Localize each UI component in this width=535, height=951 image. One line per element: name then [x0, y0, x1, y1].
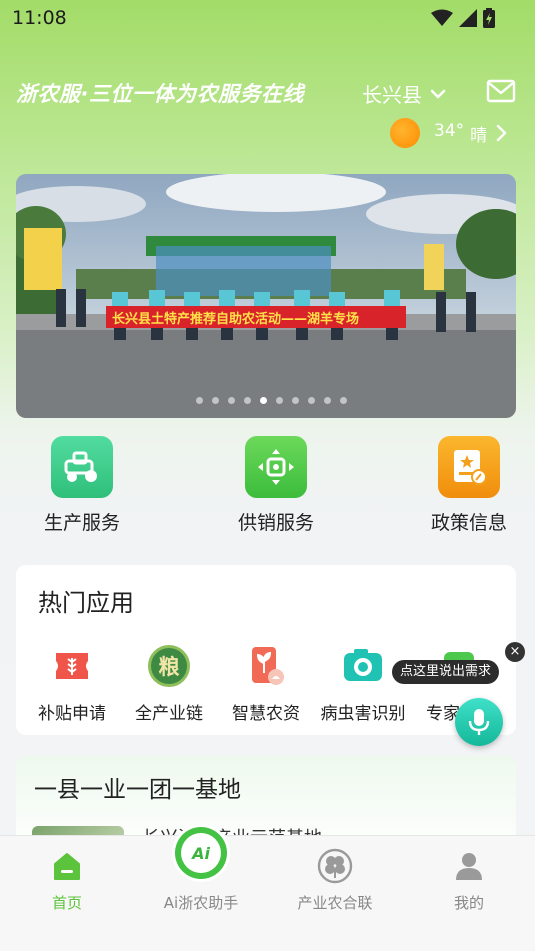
home-icon	[12, 848, 122, 884]
app-header: 浙农服·三位一体为农服务在线 长兴县	[0, 70, 535, 118]
ai-badge-ring: Ai	[175, 827, 227, 879]
camera-icon	[342, 645, 384, 687]
service-label: 政策信息	[430, 512, 507, 534]
app-label: 补贴申请	[38, 704, 106, 724]
tab-industry-coop[interactable]: 产业农合联	[280, 848, 390, 913]
banner-caption: 长兴县土特产推荐自助农活动——湖羊专场	[112, 312, 360, 327]
mail-icon	[486, 79, 516, 103]
chevron-right-icon	[496, 124, 507, 142]
service-shortcuts: 生产服务 供销服务 政策信息	[0, 436, 535, 536]
seedling-bag-icon	[245, 645, 287, 687]
ai-assistant-icon[interactable]: Ai	[172, 824, 230, 882]
app-label: 全产业链	[135, 704, 203, 724]
signal-icon	[459, 9, 477, 27]
county-label: 长兴县	[362, 83, 422, 107]
battery-icon	[483, 8, 495, 28]
banner-carousel[interactable]: 长兴县土特产推荐自助农活动——湖羊专场	[16, 174, 516, 418]
status-time: 11:08	[12, 7, 67, 29]
tab-label: Ai浙农助手	[163, 894, 239, 912]
exchange-icon	[245, 436, 307, 498]
base-section-title: 一县一业一团一基地	[34, 777, 241, 803]
app-label: 智慧农资	[232, 704, 300, 724]
carousel-dot[interactable]	[307, 397, 315, 404]
sun-icon	[390, 118, 420, 148]
carousel-indicator	[16, 397, 516, 404]
banner-photo	[16, 174, 516, 418]
user-icon	[414, 848, 524, 884]
hot-apps-title: 热门应用	[38, 589, 134, 617]
app-title: 浙农服·三位一体为农服务在线	[16, 82, 304, 106]
clover-icon	[280, 848, 390, 884]
app-full-industry-chain[interactable]: 粮 全产业链	[123, 645, 215, 724]
carousel-dot[interactable]	[275, 397, 283, 404]
app-subsidy-apply[interactable]: 补贴申请	[26, 645, 118, 724]
service-supply-sales[interactable]: 供销服务	[216, 436, 336, 535]
carousel-dot[interactable]	[195, 397, 203, 404]
service-label: 供销服务	[237, 512, 314, 534]
hot-apps-card: 热门应用 补贴申请 粮 全产业链 智慧农资 病虫害识别 专家问答	[16, 565, 516, 735]
service-label: 生产服务	[43, 512, 120, 534]
wifi-icon	[431, 9, 453, 26]
app-label: 病虫害识别	[320, 704, 406, 724]
close-icon[interactable]: ×	[505, 642, 525, 662]
carousel-dot[interactable]	[339, 397, 347, 404]
county-selector[interactable]: 长兴县	[362, 79, 446, 108]
tab-home[interactable]: 首页	[12, 848, 122, 913]
app-pest-identify[interactable]: 病虫害识别	[317, 645, 409, 724]
app-smart-agri-supplies[interactable]: 智慧农资	[220, 645, 312, 724]
service-policy[interactable]: 政策信息	[409, 436, 529, 535]
ai-badge-text: Ai	[181, 833, 221, 873]
mail-button[interactable]	[486, 78, 516, 108]
voice-tooltip: 点这里说出需求	[392, 660, 500, 684]
carousel-dot[interactable]	[259, 397, 267, 404]
carousel-dot[interactable]	[323, 397, 331, 404]
grain-badge-icon: 粮	[148, 645, 190, 687]
wheat-ticket-icon	[51, 645, 93, 687]
status-bar: 11:08	[0, 0, 535, 38]
weather-condition: 晴	[470, 125, 488, 146]
weather-widget[interactable]: 34° 晴	[390, 118, 507, 148]
tab-mine[interactable]: 我的	[414, 848, 524, 913]
tab-label: 首页	[51, 894, 82, 912]
status-icons	[431, 8, 495, 28]
carousel-dot[interactable]	[243, 397, 251, 404]
weather-text: 34° 晴	[434, 121, 487, 146]
carousel-dot[interactable]	[211, 397, 219, 404]
tab-label: 产业农合联	[297, 894, 373, 912]
chevron-down-icon	[430, 89, 446, 98]
tab-label: 我的	[453, 894, 484, 912]
bottom-tab-bar: 首页 Ai浙农助手 Ai 产业农合联 我的	[0, 824, 535, 951]
microphone-icon	[468, 709, 490, 735]
carousel-dot[interactable]	[291, 397, 299, 404]
grain-badge-text: 粮	[148, 645, 190, 687]
voice-mic-button[interactable]	[455, 698, 503, 746]
carousel-dot[interactable]	[227, 397, 235, 404]
service-production[interactable]: 生产服务	[22, 436, 142, 535]
policy-doc-icon	[438, 436, 500, 498]
tractor-icon	[51, 436, 113, 498]
weather-temperature: 34°	[434, 120, 465, 141]
